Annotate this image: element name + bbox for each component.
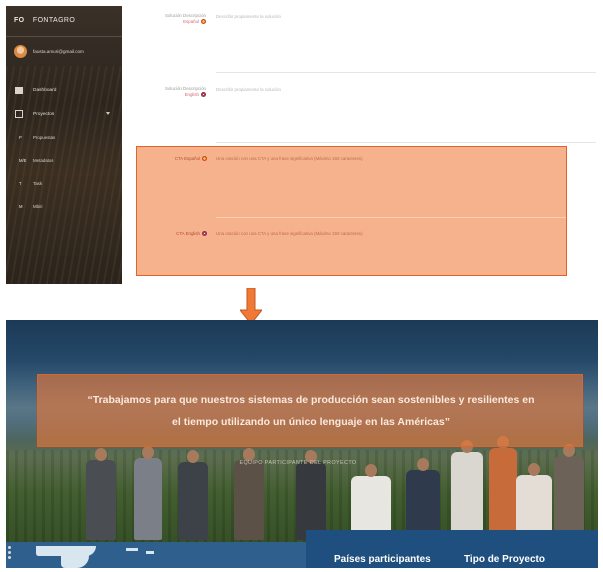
info-title-tipo: Tipo de Proyecto xyxy=(464,554,545,565)
field-label-text: CTA English xyxy=(176,231,200,236)
subitem-abbr: M/E xyxy=(19,158,27,163)
subitem-abbr: P xyxy=(19,135,22,140)
field-label-text: CTA Español xyxy=(174,156,200,161)
photo-caption: EQUIPO PARTICIPANTE DEL PROYECTO xyxy=(239,460,357,466)
sidebar-item-dashboard[interactable]: Dashboard xyxy=(6,78,122,102)
input-underline xyxy=(216,217,566,218)
subitem-label: Mbiri xyxy=(33,204,43,209)
project-info-bar: Países participantes Tipo de Proyecto xyxy=(306,530,598,568)
chevron-down-icon xyxy=(106,112,110,115)
brand-abbr: FO xyxy=(14,17,25,24)
cta-es-input[interactable]: Una oración con una CTA y una frase sign… xyxy=(216,156,363,161)
subitem-label: Propuestas xyxy=(33,135,56,140)
solucion-es-input[interactable]: Describir propiamente la solución xyxy=(216,14,281,19)
subitem-label: Task xyxy=(33,181,43,186)
sidebar: FO FONTAGRO fausta.amuri@gmail.com Dashb… xyxy=(6,6,122,284)
sidebar-subitem-propuestas[interactable]: P Propuestas xyxy=(6,126,122,149)
quote-line: “Trabajamos para que nuestros sistemas d… xyxy=(87,394,535,406)
field-lang: Español xyxy=(183,19,199,24)
map-preview[interactable] xyxy=(6,542,306,568)
website-screenshot: “Trabajamos para que nuestros sistemas d… xyxy=(6,320,598,568)
hero-quote: “Trabajamos para que nuestros sistemas d… xyxy=(38,389,584,433)
admin-screenshot: FO FONTAGRO fausta.amuri@gmail.com Dashb… xyxy=(6,6,598,284)
uk-flag-icon xyxy=(202,231,207,237)
field-label-solucion-es: Solución Descripción Español xyxy=(136,13,206,25)
spain-flag-icon xyxy=(202,156,207,162)
sidebar-item-label: Proyectos xyxy=(33,111,55,117)
sidebar-subitem-metadatos[interactable]: M/E Metadatos xyxy=(6,149,122,172)
avatar xyxy=(14,45,27,58)
subitem-abbr: T xyxy=(19,181,22,186)
input-underline xyxy=(216,142,596,143)
cta-en-input[interactable]: Una oración con una CTA y una frase sign… xyxy=(216,231,363,236)
user-email: fausta.amuri@gmail.com xyxy=(33,49,84,54)
input-underline xyxy=(216,72,596,73)
spain-flag-icon xyxy=(201,19,206,25)
user-menu[interactable]: fausta.amuri@gmail.com xyxy=(14,45,84,58)
subitem-abbr: M xyxy=(19,204,23,209)
brand-name: FONTAGRO xyxy=(32,17,76,24)
field-label-cta-en: CTA English xyxy=(137,231,207,237)
sidebar-item-label: Dashboard xyxy=(33,87,57,93)
dashboard-icon xyxy=(15,86,23,94)
sidebar-subitem-mbiri[interactable]: M Mbiri xyxy=(6,195,122,218)
field-lang: English xyxy=(184,92,199,97)
info-title-paises: Países participantes xyxy=(334,554,431,565)
brand[interactable]: FO FONTAGRO xyxy=(14,17,75,24)
uk-flag-icon xyxy=(201,92,206,98)
sidebar-subitem-task[interactable]: T Task xyxy=(6,172,122,195)
quote-highlight: “Trabajamos para que nuestros sistemas d… xyxy=(37,374,583,447)
solucion-en-input[interactable]: Describir propiamente la solución xyxy=(216,87,281,92)
map-controls[interactable] xyxy=(8,544,14,564)
sidebar-item-proyectos[interactable]: Proyectos xyxy=(6,102,122,126)
quote-line: el tiempo utilizando un único lenguaje e… xyxy=(172,416,450,428)
sidebar-nav: Dashboard Proyectos P Propuestas M/E Met… xyxy=(6,78,122,218)
sidebar-divider xyxy=(6,36,122,37)
cta-fields-highlight: CTA Español Una oración con una CTA y un… xyxy=(136,146,567,276)
projects-icon xyxy=(15,110,23,118)
subitem-label: Metadatos xyxy=(33,158,54,163)
field-label-solucion-en: Solución Descripción English xyxy=(136,86,206,98)
field-label-cta-es: CTA Español xyxy=(137,156,207,162)
